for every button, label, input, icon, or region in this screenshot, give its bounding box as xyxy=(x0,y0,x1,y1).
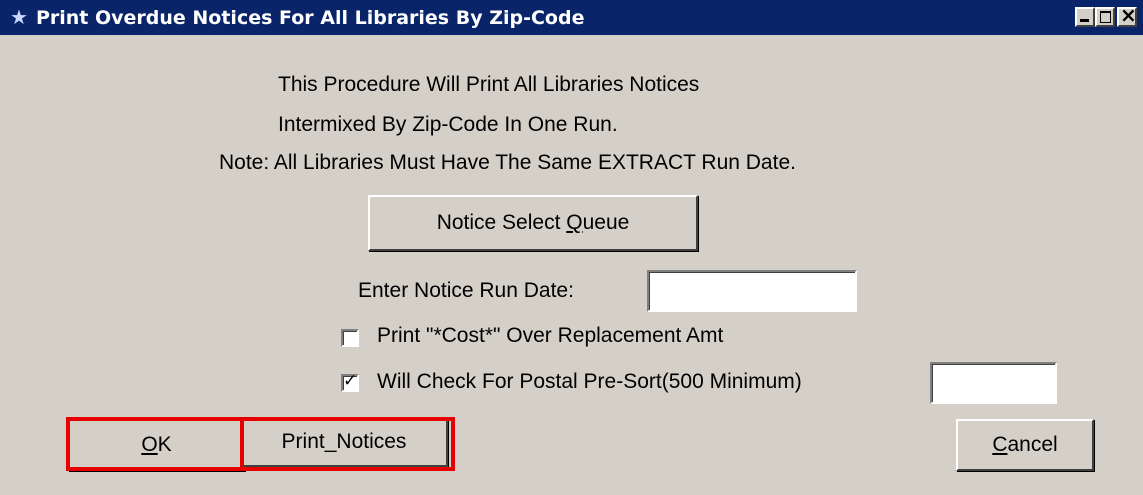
ok-label: OK xyxy=(141,433,172,456)
info-line-2: Intermixed By Zip-Code In One Run. xyxy=(278,113,618,136)
minimize-button[interactable] xyxy=(1075,7,1095,27)
notice-select-queue-button[interactable]: Notice Select Queue xyxy=(368,195,698,251)
title-bar[interactable]: ★ Print Overdue Notices For All Librarie… xyxy=(0,0,1143,35)
window-title: Print Overdue Notices For All Libraries … xyxy=(35,6,585,29)
cancel-label: Cancel xyxy=(992,433,1058,456)
print-cost-checkbox[interactable] xyxy=(341,329,359,347)
print-cost-label: Print "*Cost*" Over Replacement Amt xyxy=(377,324,724,347)
postal-presort-checkbox[interactable] xyxy=(341,371,359,392)
run-date-label: Enter Notice Run Date: xyxy=(358,279,574,302)
print-notices-button[interactable]: Print_Notices xyxy=(240,417,448,467)
maximize-button[interactable] xyxy=(1095,7,1115,27)
info-line-1: This Procedure Will Print All Libraries … xyxy=(278,73,700,96)
notice-select-queue-label: Notice Select Queue xyxy=(436,211,630,234)
star-person-icon: ★ xyxy=(10,6,28,29)
run-date-input[interactable] xyxy=(647,270,857,312)
print-notices-label: Print_Notices xyxy=(281,430,407,453)
ok-button[interactable]: OK xyxy=(68,419,245,471)
postal-presort-label: Will Check For Postal Pre-Sort(500 Minim… xyxy=(377,370,802,393)
cancel-button[interactable]: Cancel xyxy=(956,419,1094,471)
close-button[interactable] xyxy=(1117,3,1137,27)
info-line-3: Note: All Libraries Must Have The Same E… xyxy=(219,151,796,174)
presort-minimum-input[interactable] xyxy=(930,362,1057,404)
